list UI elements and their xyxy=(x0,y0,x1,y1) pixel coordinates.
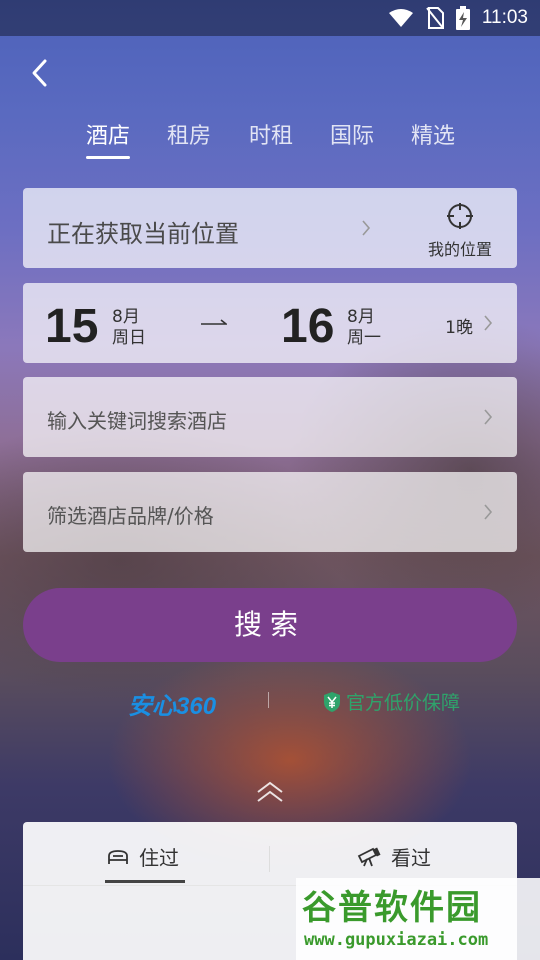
tab-featured[interactable]: 精选 xyxy=(411,118,455,150)
date-range-arrow-icon xyxy=(201,319,227,325)
chevron-right-icon xyxy=(484,504,493,520)
guarantee-label: 官方低价保障 xyxy=(346,692,461,714)
tab-viewed-label: 看过 xyxy=(391,846,431,870)
anxin-360-badge[interactable]: 安心360 xyxy=(128,686,216,721)
my-location-button[interactable]: 我的位置 xyxy=(425,202,495,260)
checkout-weekday: 周一 xyxy=(347,328,381,348)
back-button[interactable] xyxy=(26,58,56,88)
tab-viewed[interactable]: 看过 xyxy=(357,842,431,871)
status-time: 11:03 xyxy=(481,7,528,28)
history-tab-indicator xyxy=(105,880,185,883)
location-card[interactable]: 正在获取当前位置 我的位置 xyxy=(23,188,517,268)
badge-divider xyxy=(268,692,269,708)
category-tabs: 酒店 租房 时租 国际 精选 xyxy=(0,118,540,168)
chevron-right-icon xyxy=(484,409,493,425)
keyword-placeholder: 输入关键词搜索酒店 xyxy=(47,409,227,433)
checkout-day: 16 xyxy=(281,300,335,353)
no-sim-icon xyxy=(426,7,444,29)
history-tab-divider xyxy=(269,846,270,872)
tab-international[interactable]: 国际 xyxy=(330,118,374,150)
tab-hotel[interactable]: 酒店 xyxy=(86,118,130,150)
filter-placeholder: 筛选酒店品牌/价格 xyxy=(47,504,214,528)
tab-stayed-label: 住过 xyxy=(139,846,179,870)
battery-charging-icon xyxy=(455,6,470,30)
tab-active-indicator xyxy=(86,156,130,159)
chevron-right-icon xyxy=(484,315,493,331)
checkin-weekday: 周日 xyxy=(112,328,146,348)
shield-yen-icon xyxy=(324,691,340,712)
watermark-url: www.gupuxiazai.com xyxy=(304,930,489,950)
crosshair-icon xyxy=(447,203,473,229)
nights-count: 1晚 xyxy=(445,318,473,338)
status-bar: 11:03 xyxy=(0,0,540,36)
tab-stayed[interactable]: 住过 xyxy=(107,842,179,871)
wifi-icon xyxy=(388,9,413,27)
checkin-day: 15 xyxy=(45,300,99,353)
telescope-icon xyxy=(357,847,381,866)
brand-price-filter-field[interactable]: 筛选酒店品牌/价格 xyxy=(23,472,517,552)
current-location-text: 正在获取当前位置 xyxy=(47,220,239,248)
low-price-guarantee-badge[interactable]: 官方低价保障 xyxy=(322,688,460,715)
tab-hourly[interactable]: 时租 xyxy=(249,118,293,150)
chevron-right-icon xyxy=(362,220,371,236)
bed-icon xyxy=(108,849,128,864)
double-chevron-up-icon[interactable] xyxy=(255,780,285,804)
my-location-label: 我的位置 xyxy=(427,240,492,259)
keyword-search-field[interactable]: 输入关键词搜索酒店 xyxy=(23,377,517,457)
status-icons: 11:03 xyxy=(388,0,528,36)
watermark-title: 谷普软件园 xyxy=(302,888,482,928)
tab-rental[interactable]: 租房 xyxy=(167,118,211,150)
watermark: 谷普软件园 www.gupuxiazai.com xyxy=(296,878,540,960)
date-card[interactable]: 15 8月 周日 16 8月 周一 1晚 xyxy=(23,283,517,363)
search-button[interactable]: 搜索 xyxy=(23,588,517,662)
